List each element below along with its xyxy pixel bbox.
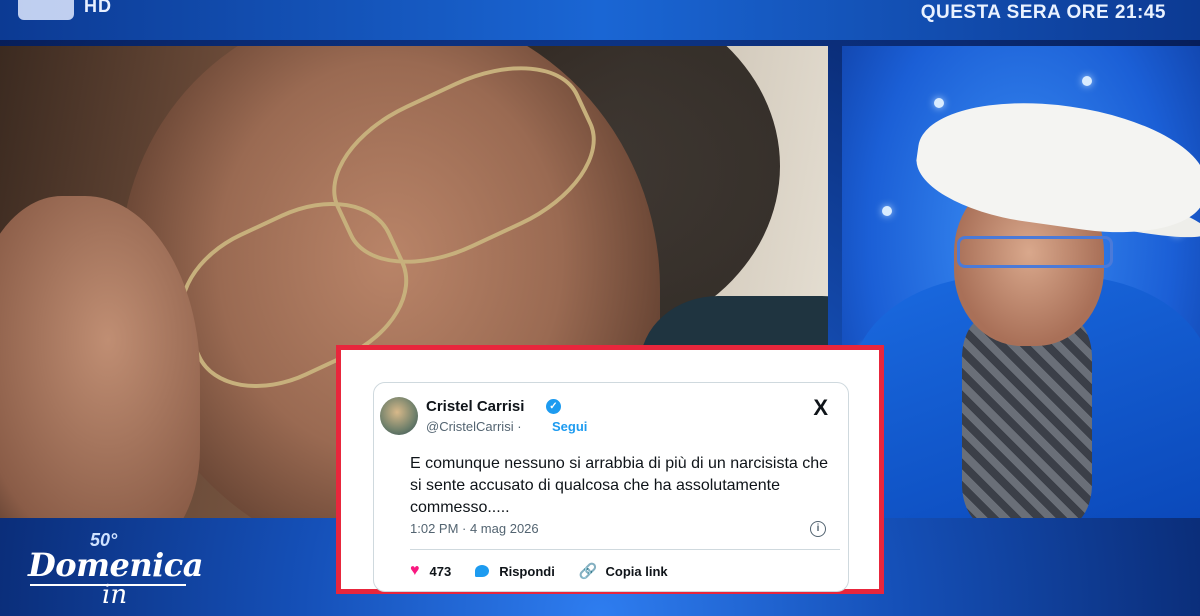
tweet-text: E comunque nessuno si arrabbia di più di… xyxy=(410,455,829,516)
tweet-actions: ♥ 473 Rispondi 🔗 Copia link xyxy=(410,559,692,583)
like-button[interactable]: ♥ 473 xyxy=(410,562,451,580)
avatar[interactable] xyxy=(380,397,418,435)
right-video-frame xyxy=(842,46,1200,518)
tweet-card[interactable]: Cristel Carrisi ✓ @CristelCarrisi · Segu… xyxy=(373,382,849,592)
scarf xyxy=(962,316,1092,518)
tweet-timestamp[interactable]: 1:02 PM · 4 mag 2026 xyxy=(410,521,539,536)
tweet-highlight-frame: Cristel Carrisi ✓ @CristelCarrisi · Segu… xyxy=(336,345,884,594)
follow-button[interactable]: Segui xyxy=(552,419,587,434)
link-icon: 🔗 xyxy=(578,563,598,580)
show-title: Domenica xyxy=(28,546,203,584)
show-subtitle: in xyxy=(102,580,128,610)
divider xyxy=(410,549,840,550)
hd-badge: HD xyxy=(84,0,112,16)
white-hat xyxy=(910,86,1200,246)
promo-text: QUESTA SERA ORE 21:45 xyxy=(920,2,1166,23)
reply-label: Rispondi xyxy=(499,563,555,579)
studio-light xyxy=(934,98,944,108)
like-count: 473 xyxy=(429,563,452,579)
copy-link-label: Copia link xyxy=(605,563,668,579)
author-handle[interactable]: @CristelCarrisi · xyxy=(426,419,522,434)
heart-icon: ♥ xyxy=(410,562,420,579)
copy-link-button[interactable]: 🔗 Copia link xyxy=(579,562,668,580)
handle-text[interactable]: @CristelCarrisi xyxy=(426,419,514,434)
show-logo: 50° Domenica in xyxy=(22,530,203,610)
guest-glasses xyxy=(957,236,1113,268)
x-logo-icon[interactable]: X xyxy=(813,395,828,421)
reply-button[interactable]: Rispondi xyxy=(475,564,555,579)
handle-separator: · xyxy=(517,419,522,434)
channel-logo xyxy=(18,0,74,20)
author-name[interactable]: Cristel Carrisi xyxy=(426,398,524,415)
broadcast-top-bar: HD QUESTA SERA ORE 21:45 xyxy=(0,0,1200,40)
info-icon[interactable]: i xyxy=(810,521,826,537)
studio-light xyxy=(882,206,892,216)
studio-light xyxy=(1082,76,1092,86)
reply-bubble-icon xyxy=(475,565,490,577)
verified-badge-icon: ✓ xyxy=(546,399,561,414)
